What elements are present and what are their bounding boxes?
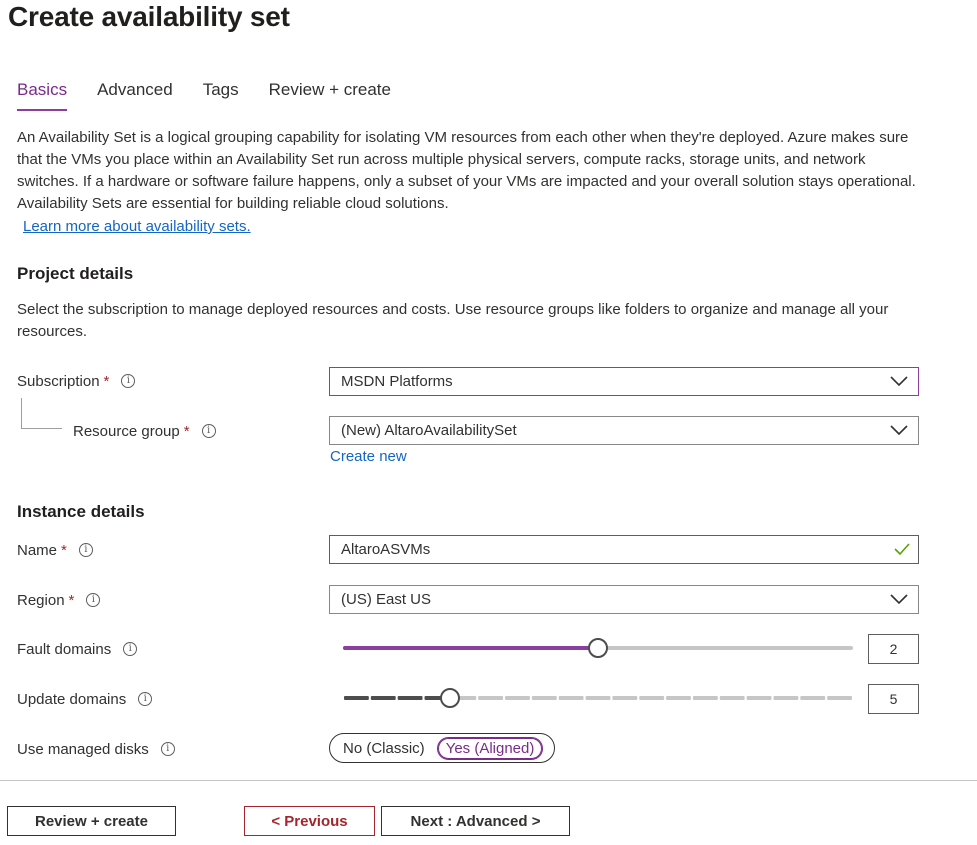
update-domains-slider-segment (558, 696, 584, 700)
tab-tags[interactable]: Tags (203, 79, 239, 111)
region-dropdown[interactable]: (US) East US (329, 585, 919, 614)
resource-group-dropdown[interactable]: (New) AltaroAvailabilitySet (329, 416, 919, 445)
tree-connector (21, 398, 22, 428)
page-title: Create availability set (8, 1, 290, 32)
subscription-label: Subscription * i (17, 370, 136, 392)
update-domains-slider-segment (478, 696, 504, 700)
learn-more-link[interactable]: Learn more about availability sets. (23, 216, 251, 238)
review-create-button[interactable]: Review + create (7, 806, 176, 836)
required-marker: * (61, 541, 67, 559)
info-circle-icon[interactable]: i (121, 374, 136, 388)
update-domains-slider-segment (344, 696, 369, 700)
name-label: Name * i (17, 539, 93, 561)
name-label-text: Name (17, 541, 58, 559)
intro-description: An Availability Set is a logical groupin… (17, 129, 916, 212)
instance-details-heading: Instance details (17, 502, 145, 521)
resource-group-value: (New) AltaroAvailabilitySet (341, 422, 517, 439)
resource-group-label: Resource group * i (73, 420, 216, 442)
update-domains-slider-segment (666, 696, 691, 700)
chevron-down-icon (890, 425, 908, 436)
name-value: AltaroASVMs (341, 541, 431, 558)
update-domains-slider-segment (692, 696, 718, 700)
update-domains-slider-segment (746, 696, 772, 700)
footer-divider (0, 780, 977, 781)
update-domains-slider-segment (719, 696, 745, 700)
update-domains-slider-segment (612, 696, 638, 700)
managed-disks-label: Use managed disks i (17, 738, 175, 760)
info-circle-icon[interactable]: i (201, 424, 216, 438)
update-domains-label: Update domains i (17, 688, 153, 710)
fault-domains-label-text: Fault domains (17, 640, 112, 658)
managed-disks-label-text: Use managed disks (17, 740, 149, 758)
subscription-value: MSDN Platforms (341, 373, 453, 390)
previous-button[interactable]: < Previous (244, 806, 375, 836)
create-new-link[interactable]: Create new (330, 448, 407, 465)
info-circle-icon[interactable]: i (160, 742, 175, 756)
project-details-description: Select the subscription to manage deploy… (17, 301, 889, 340)
chevron-down-icon (890, 594, 908, 605)
region-value: (US) East US (341, 591, 432, 608)
info-circle-icon[interactable]: i (123, 642, 138, 656)
update-domains-slider-segment (531, 696, 557, 700)
update-domains-slider-segment (505, 696, 530, 700)
update-domains-value[interactable]: 5 (868, 684, 919, 714)
checkmark-icon (894, 543, 910, 556)
update-domains-slider-segment (370, 696, 396, 700)
required-marker: * (103, 372, 110, 390)
info-circle-icon[interactable]: i (78, 543, 93, 557)
required-marker: * (68, 591, 75, 609)
update-domains-slider-track[interactable] (343, 694, 853, 702)
info-circle-icon[interactable]: i (86, 593, 101, 607)
tab-advanced[interactable]: Advanced (97, 79, 173, 111)
update-domains-slider-segment (585, 696, 611, 700)
info-circle-icon[interactable]: i (138, 692, 153, 706)
managed-disks-toggle[interactable]: No (Classic) Yes (Aligned) (329, 733, 555, 763)
project-details-heading: Project details (17, 264, 134, 283)
managed-disks-option-yes[interactable]: Yes (Aligned) (436, 736, 544, 760)
chevron-down-icon (890, 376, 908, 387)
fault-domains-slider-fill (343, 646, 598, 650)
update-domains-label-text: Update domains (17, 690, 127, 708)
subscription-label-text: Subscription (17, 372, 100, 390)
next-advanced-button[interactable]: Next : Advanced > (381, 806, 570, 836)
name-input[interactable]: AltaroASVMs (329, 535, 919, 564)
update-domains-slider-segment (773, 696, 799, 700)
update-domains-slider-segment (827, 696, 852, 700)
region-label-text: Region (17, 591, 65, 609)
resource-group-label-text: Resource group (73, 422, 180, 440)
tree-connector (21, 428, 62, 429)
update-domains-slider-thumb[interactable] (440, 688, 461, 708)
fault-domains-value[interactable]: 2 (868, 634, 919, 664)
tab-review-create[interactable]: Review + create (269, 79, 391, 111)
tab-bar: Basics Advanced Tags Review + create (17, 79, 421, 111)
fault-domains-slider-thumb[interactable] (588, 638, 608, 658)
subscription-dropdown[interactable]: MSDN Platforms (329, 367, 919, 396)
create-availability-set-page: Create availability set Basics Advanced … (0, 0, 977, 845)
managed-disks-option-no[interactable]: No (Classic) (343, 740, 425, 757)
required-marker: * (183, 422, 190, 440)
update-domains-slider-segment (639, 696, 665, 700)
tab-basics[interactable]: Basics (17, 79, 68, 111)
update-domains-slider-segment (397, 696, 423, 700)
region-label: Region * i (17, 589, 101, 611)
update-domains-slider-segment (800, 696, 826, 700)
fault-domains-label: Fault domains i (17, 638, 138, 660)
